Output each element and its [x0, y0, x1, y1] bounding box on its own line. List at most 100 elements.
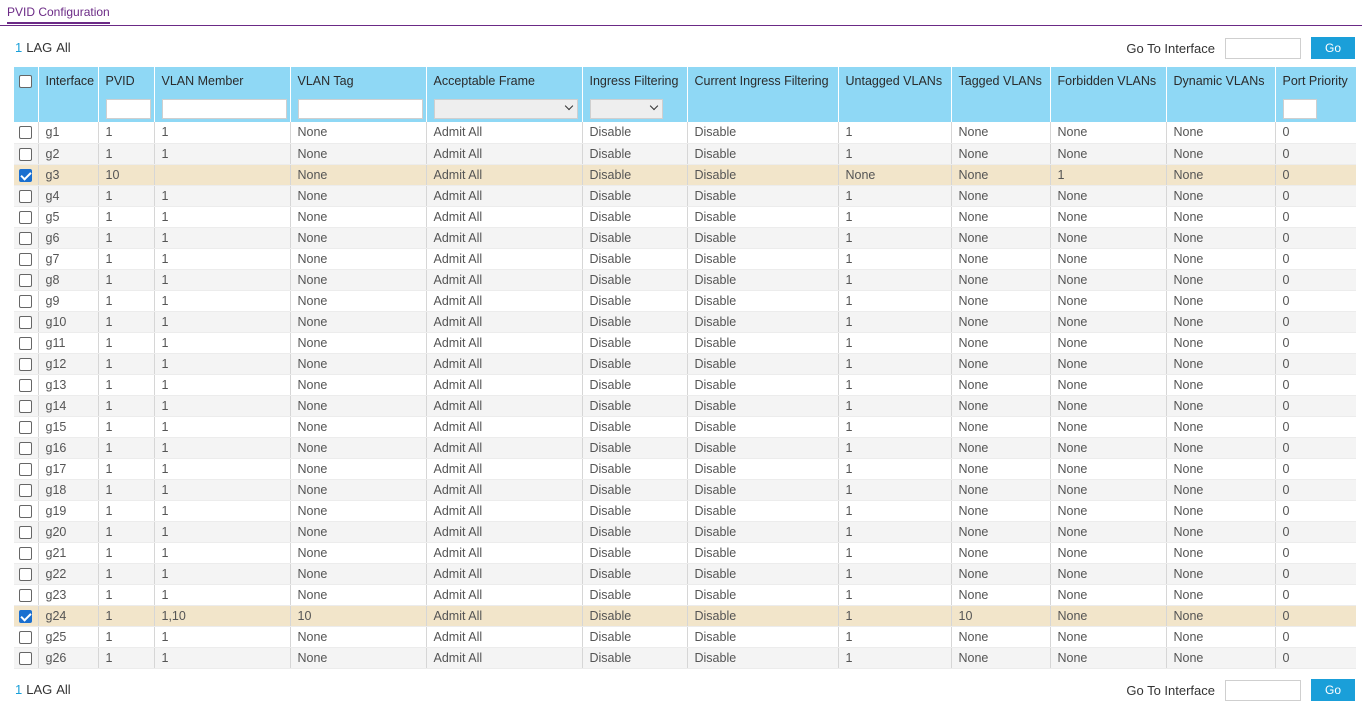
- table-row[interactable]: g10 1 1 None Admit All Disable Disable 1 None Non…: [14, 311, 1356, 333]
- go-button[interactable]: Go: [1311, 37, 1355, 59]
- table-row[interactable]: g23 1 1 None Admit All Disable Disable 1 None Non…: [14, 584, 1356, 606]
- go-to-interface-input[interactable]: [1225, 37, 1301, 59]
- table-row[interactable]: g22 1 1 None Admit All Disable Disable 1 None Non…: [14, 563, 1356, 585]
- table-row[interactable]: g24 1 1,10 10 Admit All Disable Disable 1 10 None…: [14, 605, 1356, 627]
- lag-link[interactable]: LAG: [26, 682, 52, 697]
- row-checkbox[interactable]: [19, 651, 33, 665]
- row-checkbox[interactable]: [19, 231, 33, 245]
- table-row[interactable]: g17 1 1 None Admit All Disable Disable 1 None Non…: [14, 458, 1356, 480]
- all-link[interactable]: All: [56, 682, 70, 697]
- pvid-filter-input[interactable]: [105, 98, 151, 119]
- vlan-tag-filter-input[interactable]: [297, 98, 423, 119]
- row-checkbox[interactable]: [19, 504, 33, 518]
- table-row[interactable]: g21 1 1 None Admit All Disable Disable 1 None Non…: [14, 542, 1356, 564]
- port-priority-filter-input[interactable]: [1282, 98, 1317, 119]
- row-checkbox[interactable]: [19, 210, 33, 224]
- table-row[interactable]: g2 1 1 None Admit All Disable Disable 1 None None…: [14, 143, 1356, 165]
- cell-forbidden-vlans: None: [1050, 248, 1167, 270]
- cell-tagged-vlans: None: [951, 206, 1051, 228]
- column-header-acceptable-frame[interactable]: Acceptable Frame: [426, 67, 583, 95]
- tab-pvid-configuration[interactable]: PVID Configuration: [7, 5, 110, 24]
- acceptable-frame-filter-select[interactable]: [433, 98, 578, 119]
- column-header-vlan-member[interactable]: VLAN Member: [154, 67, 291, 95]
- cell-forbidden-vlans: None: [1050, 479, 1167, 501]
- table-row[interactable]: g14 1 1 None Admit All Disable Disable 1 None Non…: [14, 395, 1356, 417]
- cell-ingress-filtering: Disable: [582, 395, 688, 417]
- table-row[interactable]: g9 1 1 None Admit All Disable Disable 1 None None…: [14, 290, 1356, 312]
- unit-1-link[interactable]: 1: [15, 682, 22, 697]
- row-checkbox[interactable]: [19, 273, 33, 287]
- row-checkbox[interactable]: [19, 357, 33, 371]
- row-checkbox[interactable]: [19, 168, 33, 182]
- table-row[interactable]: g5 1 1 None Admit All Disable Disable 1 None None…: [14, 206, 1356, 228]
- table-row[interactable]: g20 1 1 None Admit All Disable Disable 1 None Non…: [14, 521, 1356, 543]
- go-to-interface-input[interactable]: [1225, 679, 1301, 701]
- cell-dynamic-vlans: None: [1166, 458, 1276, 480]
- row-checkbox[interactable]: [19, 378, 33, 392]
- column-header-ingress-filtering[interactable]: Ingress Filtering: [582, 67, 688, 95]
- table-row[interactable]: g25 1 1 None Admit All Disable Disable 1 None Non…: [14, 626, 1356, 648]
- vlan-member-filter-input[interactable]: [161, 98, 287, 119]
- table-row[interactable]: g19 1 1 None Admit All Disable Disable 1 None Non…: [14, 500, 1356, 522]
- cell-forbidden-vlans: None: [1050, 122, 1167, 144]
- table-row[interactable]: g11 1 1 None Admit All Disable Disable 1 None Non…: [14, 332, 1356, 354]
- bottom-nav-row: 1 LAG All Go To Interface Go: [0, 679, 1362, 701]
- row-checkbox[interactable]: [19, 189, 33, 203]
- cell-untagged-vlans: 1: [838, 626, 952, 648]
- row-checkbox[interactable]: [19, 483, 33, 497]
- table-row[interactable]: g4 1 1 None Admit All Disable Disable 1 None None…: [14, 185, 1356, 207]
- table-row[interactable]: g12 1 1 None Admit All Disable Disable 1 None Non…: [14, 353, 1356, 375]
- column-header-current-ingress-filtering[interactable]: Current Ingress Filtering: [687, 67, 839, 95]
- cell-ingress-filtering: Disable: [582, 353, 688, 375]
- table-row[interactable]: g13 1 1 None Admit All Disable Disable 1 None Non…: [14, 374, 1356, 396]
- column-header-port-priority[interactable]: Port Priority: [1275, 67, 1356, 95]
- cell-dynamic-vlans: None: [1166, 122, 1276, 144]
- row-checkbox[interactable]: [19, 315, 33, 329]
- row-checkbox[interactable]: [19, 441, 33, 455]
- column-header-pvid[interactable]: PVID: [98, 67, 155, 95]
- table-row[interactable]: g3 10 None Admit All Disable Disable None None 1…: [14, 164, 1356, 186]
- cell-untagged-vlans: 1: [838, 563, 952, 585]
- cell-acceptable-frame: Admit All: [426, 206, 583, 228]
- row-checkbox[interactable]: [19, 462, 33, 476]
- column-header-dynamic-vlans[interactable]: Dynamic VLANs: [1166, 67, 1276, 95]
- unit-1-link[interactable]: 1: [15, 40, 22, 55]
- cell-interface: g2: [38, 143, 99, 165]
- row-checkbox[interactable]: [19, 336, 33, 350]
- table-row[interactable]: g26 1 1 None Admit All Disable Disable 1 None Non…: [14, 647, 1356, 669]
- row-checkbox[interactable]: [19, 252, 33, 266]
- row-checkbox[interactable]: [19, 420, 33, 434]
- row-checkbox[interactable]: [19, 588, 33, 602]
- row-checkbox[interactable]: [19, 546, 33, 560]
- table-row[interactable]: g6 1 1 None Admit All Disable Disable 1 None None…: [14, 227, 1356, 249]
- table-row[interactable]: g15 1 1 None Admit All Disable Disable 1 None Non…: [14, 416, 1356, 438]
- column-header-interface[interactable]: Interface: [38, 67, 99, 95]
- ingress-filtering-filter-select[interactable]: [589, 98, 663, 119]
- go-button[interactable]: Go: [1311, 679, 1355, 701]
- all-link[interactable]: All: [56, 40, 70, 55]
- row-checkbox[interactable]: [19, 126, 33, 140]
- row-checkbox[interactable]: [19, 525, 33, 539]
- table-row[interactable]: g7 1 1 None Admit All Disable Disable 1 None None…: [14, 248, 1356, 270]
- row-checkbox[interactable]: [19, 630, 33, 644]
- column-header-vlan-tag[interactable]: VLAN Tag: [290, 67, 427, 95]
- table-row[interactable]: g8 1 1 None Admit All Disable Disable 1 None None…: [14, 269, 1356, 291]
- cell-ingress-filtering: Disable: [582, 458, 688, 480]
- lag-link[interactable]: LAG: [26, 40, 52, 55]
- row-checkbox[interactable]: [19, 609, 33, 623]
- row-checkbox[interactable]: [19, 567, 33, 581]
- cell-current-ingress-filtering: Disable: [687, 185, 839, 207]
- cell-vlan-tag: None: [290, 626, 427, 648]
- column-header-tagged-vlans[interactable]: Tagged VLANs: [951, 67, 1051, 95]
- row-checkbox[interactable]: [19, 294, 33, 308]
- column-header-forbidden-vlans[interactable]: Forbidden VLANs: [1050, 67, 1167, 95]
- row-checkbox[interactable]: [19, 147, 33, 161]
- cell-pvid: 1: [98, 374, 155, 396]
- table-row[interactable]: g18 1 1 None Admit All Disable Disable 1 None Non…: [14, 479, 1356, 501]
- table-row[interactable]: g16 1 1 None Admit All Disable Disable 1 None Non…: [14, 437, 1356, 459]
- table-row[interactable]: g1 1 1 None Admit All Disable Disable 1 None None…: [14, 122, 1356, 144]
- row-checkbox[interactable]: [19, 399, 33, 413]
- column-header-untagged-vlans[interactable]: Untagged VLANs: [838, 67, 952, 95]
- cell-untagged-vlans: 1: [838, 458, 952, 480]
- select-all-checkbox[interactable]: [19, 75, 33, 89]
